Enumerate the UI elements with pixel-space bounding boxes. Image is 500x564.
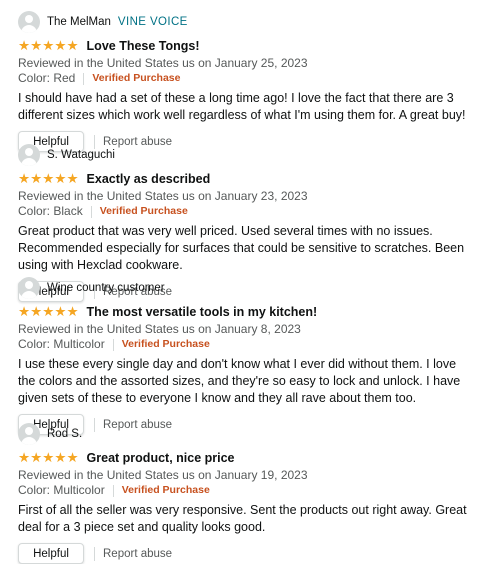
report-abuse-link[interactable]: Report abuse [103, 548, 172, 560]
star-icon: ★ [30, 171, 43, 187]
star-icon: ★ [18, 304, 31, 320]
review-date: Reviewed in the United States us on Janu… [18, 322, 301, 336]
star-icon: ★ [42, 171, 55, 187]
reviewer-name[interactable]: The MelMan [47, 16, 111, 28]
star-icon: ★ [66, 171, 79, 187]
variant-color[interactable]: Color: Multicolor [18, 337, 105, 352]
star-rating[interactable]: ★ ★ ★ ★ ★ [18, 305, 79, 319]
star-icon: ★ [54, 304, 67, 320]
review-body: I use these every single day and don't k… [18, 357, 461, 405]
avatar-icon [18, 277, 40, 299]
star-icon: ★ [42, 304, 55, 320]
helpful-button[interactable]: Helpful [18, 543, 84, 564]
review-title[interactable]: Great product, nice price [87, 451, 235, 465]
avatar-icon [18, 144, 40, 166]
star-icon: ★ [30, 304, 43, 320]
star-rating[interactable]: ★ ★ ★ ★ ★ [18, 39, 79, 53]
review-title[interactable]: Love These Tongs! [87, 39, 200, 53]
variant-color[interactable]: Color: Red [18, 71, 75, 86]
review-date: Reviewed in the United States us on Janu… [18, 468, 308, 482]
star-rating[interactable]: ★ ★ ★ ★ ★ [18, 451, 79, 465]
star-icon: ★ [54, 171, 67, 187]
star-icon: ★ [30, 38, 43, 54]
star-icon: ★ [66, 450, 79, 466]
verified-purchase-badge: Verified Purchase [92, 72, 181, 84]
reviewer-profile[interactable]: The MelMan VINE VOICE [18, 10, 486, 34]
star-rating[interactable]: ★ ★ ★ ★ ★ [18, 172, 79, 186]
divider [83, 72, 85, 85]
review-date: Reviewed in the United States us on Janu… [18, 56, 308, 70]
variant-color[interactable]: Color: Black [18, 204, 83, 219]
review-body: I should have had a set of these a long … [18, 91, 466, 122]
star-icon: ★ [18, 450, 31, 466]
avatar-icon [18, 423, 40, 445]
verified-purchase-badge: Verified Purchase [99, 205, 188, 217]
review-body: First of all the seller was very respons… [18, 503, 467, 534]
divider [90, 205, 92, 218]
star-icon: ★ [18, 171, 31, 187]
star-icon: ★ [54, 450, 67, 466]
variant-color[interactable]: Color: Multicolor [18, 483, 105, 498]
reviewer-profile[interactable]: Rod S. [18, 422, 486, 446]
reviewer-name[interactable]: Rod S. [47, 428, 82, 440]
avatar-icon [18, 11, 40, 33]
vine-voice-badge[interactable]: VINE VOICE [118, 16, 188, 28]
reviewer-profile[interactable]: Wine country customer [18, 276, 486, 300]
star-icon: ★ [18, 38, 31, 54]
reviewer-profile[interactable]: S. Wataguchi [18, 143, 486, 167]
review-card: The MelMan VINE VOICE ★ ★ ★ ★ ★ Love These T… [18, 10, 486, 152]
star-icon: ★ [66, 38, 79, 54]
divider [112, 484, 114, 497]
review-card: Rod S. ★ ★ ★ ★ ★ Great product, nice price R… [18, 422, 486, 564]
reviewer-name[interactable]: S. Wataguchi [47, 149, 115, 161]
verified-purchase-badge: Verified Purchase [121, 484, 210, 496]
divider [94, 546, 95, 561]
star-icon: ★ [42, 38, 55, 54]
star-icon: ★ [30, 450, 43, 466]
review-date: Reviewed in the United States us on Janu… [18, 189, 308, 203]
verified-purchase-badge: Verified Purchase [121, 338, 210, 350]
divider [112, 338, 114, 351]
star-icon: ★ [42, 450, 55, 466]
review-title[interactable]: Exactly as described [87, 172, 211, 186]
star-icon: ★ [66, 304, 79, 320]
reviewer-name[interactable]: Wine country customer [47, 282, 165, 294]
review-title[interactable]: The most versatile tools in my kitchen! [87, 305, 318, 319]
review-body: Great product that was very well priced.… [18, 224, 465, 272]
review-card: Wine country customer ★ ★ ★ ★ ★ The most ver… [18, 276, 486, 435]
star-icon: ★ [54, 38, 67, 54]
